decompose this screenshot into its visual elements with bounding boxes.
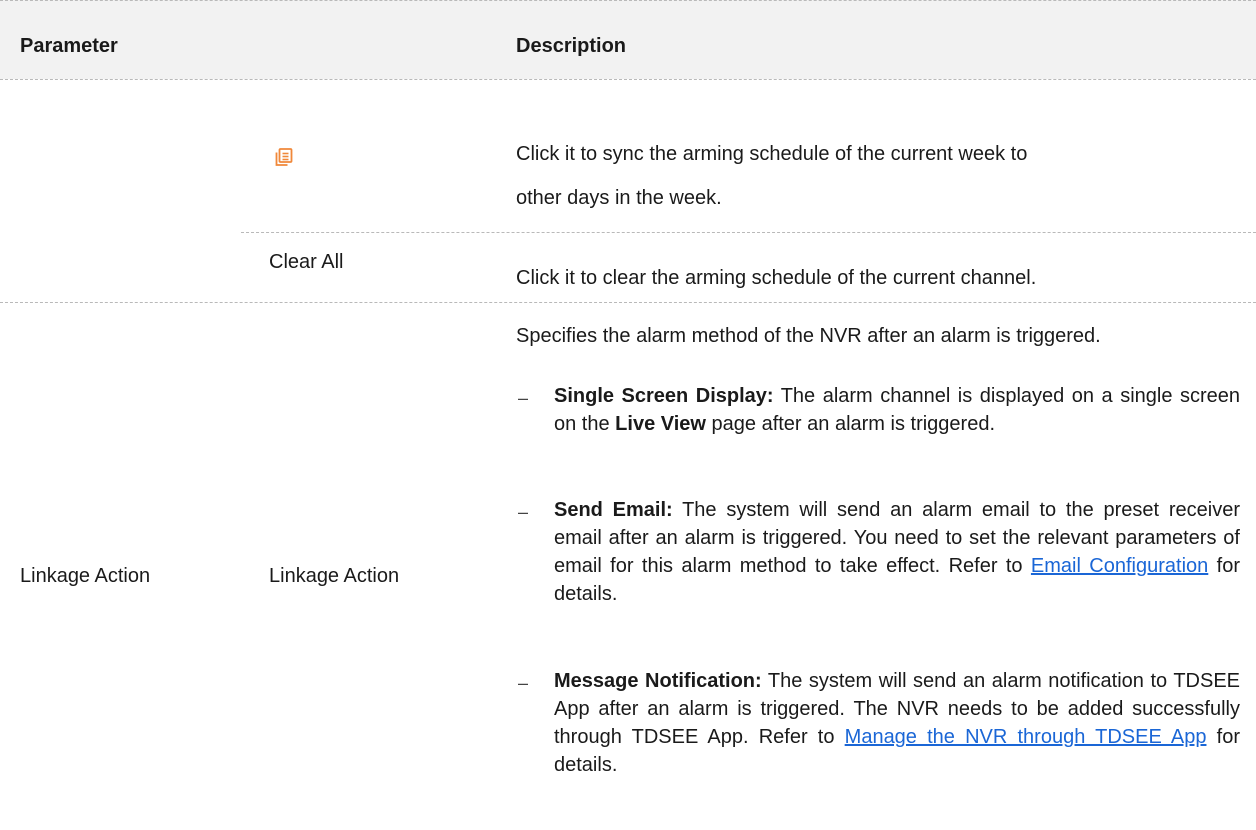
top-border bbox=[0, 0, 1256, 1]
clear-all-description: Click it to clear the arming schedule of… bbox=[516, 267, 1037, 289]
list-item-message-notification: Message Notification: The system will se… bbox=[554, 667, 1240, 779]
list-item-send-email: Send Email: The system will send an alar… bbox=[554, 496, 1240, 608]
item-bold: Live View bbox=[615, 413, 706, 435]
item-title: Single Screen Display: bbox=[554, 385, 774, 407]
manage-nvr-link[interactable]: Manage the NVR through TDSEE App bbox=[845, 726, 1207, 748]
clear-all-label: Clear All bbox=[269, 251, 344, 273]
header-divider bbox=[0, 79, 1256, 80]
row-divider-sub bbox=[241, 232, 1256, 233]
bullet-dash: – bbox=[518, 388, 529, 408]
row-divider bbox=[0, 302, 1256, 303]
email-configuration-link[interactable]: Email Configuration bbox=[1031, 555, 1208, 577]
bullet-dash: – bbox=[518, 673, 529, 693]
sync-description-line1: Click it to sync the arming schedule of … bbox=[516, 143, 1028, 165]
sub-parameter-linkage-action: Linkage Action bbox=[269, 565, 400, 587]
item-title: Message Notification: bbox=[554, 670, 762, 692]
item-text: page after an alarm is triggered. bbox=[705, 413, 996, 435]
header-description: Description bbox=[516, 35, 627, 57]
header-parameter: Parameter bbox=[20, 35, 118, 57]
sync-description-line2: other days in the week. bbox=[516, 187, 722, 209]
item-title: Send Email: bbox=[554, 499, 673, 521]
list-item-single-screen: Single Screen Display: The alarm channel… bbox=[554, 382, 1240, 438]
linkage-intro: Specifies the alarm method of the NVR af… bbox=[516, 325, 1101, 347]
bullet-dash: – bbox=[518, 502, 529, 522]
table-header bbox=[0, 0, 1256, 79]
copy-schedule-icon[interactable] bbox=[275, 148, 293, 166]
parameter-linkage-action: Linkage Action bbox=[20, 565, 151, 587]
